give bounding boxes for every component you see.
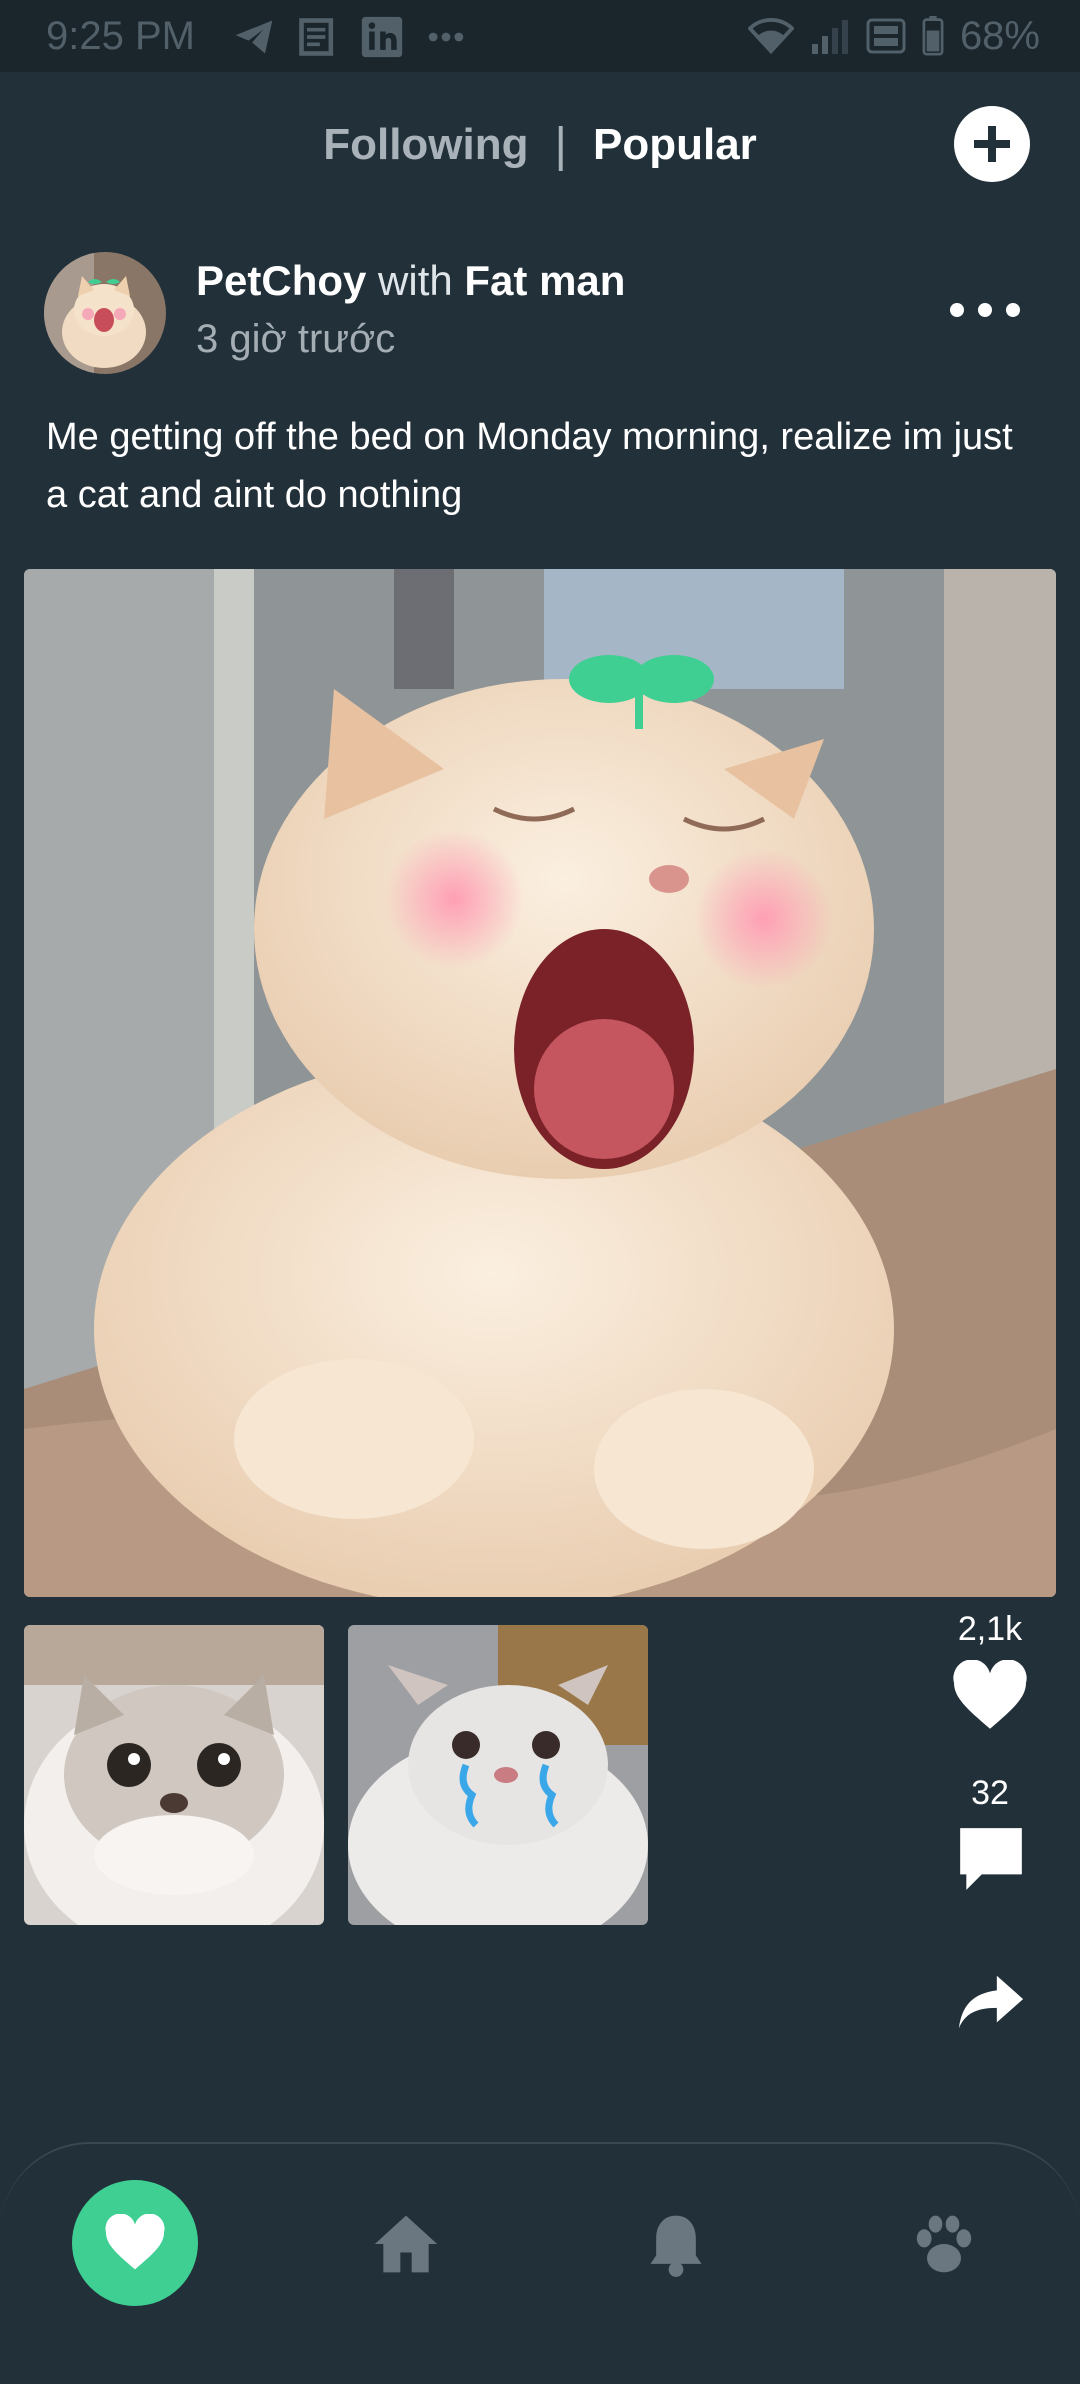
status-left-icons [232, 12, 468, 62]
cat-avatar-image [44, 252, 166, 374]
more-dots-icon [428, 32, 464, 42]
battery-percentage: 68% [959, 13, 1040, 58]
status-right: 68% [747, 10, 1040, 62]
author-name[interactable]: PetChoy [196, 257, 366, 304]
grey-cat-image [24, 1625, 324, 1925]
tab-following[interactable]: Following [323, 120, 528, 170]
heart-icon [105, 2214, 165, 2270]
linkedin-icon [361, 16, 403, 58]
yawning-cat-image [24, 569, 1056, 1597]
paw-icon[interactable] [910, 2210, 978, 2278]
author-avatar[interactable] [44, 252, 166, 374]
post-thumbnail-2[interactable] [348, 1625, 648, 1925]
signal-icon [811, 20, 848, 54]
heart-icon[interactable] [950, 1660, 1030, 1732]
post-time: 3 giờ trước [196, 317, 396, 361]
nav-favorites-button[interactable] [72, 2180, 198, 2306]
plus-icon [974, 126, 1010, 162]
with-label: with [378, 257, 453, 304]
post-more-button[interactable] [950, 290, 1020, 330]
more-dot [978, 303, 992, 317]
post-thumbnail-1[interactable] [24, 1625, 324, 1925]
feed-tabs: Following | Popular [0, 110, 1080, 180]
like-count: 2,1k [957, 1610, 1023, 1648]
comment-count: 32 [971, 1774, 1009, 1812]
share-icon[interactable] [956, 1972, 1026, 2032]
telegram-icon [235, 20, 273, 54]
add-post-button[interactable] [954, 106, 1030, 182]
home-icon[interactable] [372, 2210, 440, 2278]
wifi-icon [747, 18, 794, 55]
news-icon [299, 18, 334, 56]
more-dot [950, 303, 964, 317]
tagged-user[interactable]: Fat man [464, 257, 625, 304]
crying-cat-image [348, 1625, 648, 1925]
volte-icon [866, 18, 906, 54]
tab-separator: | [554, 118, 567, 172]
more-dot [1006, 303, 1020, 317]
tab-popular[interactable]: Popular [593, 120, 757, 170]
post-main-image[interactable] [24, 569, 1056, 1597]
bell-icon[interactable] [642, 2210, 710, 2278]
comment-icon[interactable] [954, 1822, 1028, 1896]
post-caption: Me getting off the bed on Monday morning… [46, 416, 1013, 516]
status-time: 9:25 PM [46, 14, 195, 58]
battery-icon [922, 16, 944, 56]
post-author-line: PetChoy with Fat man [196, 252, 625, 310]
